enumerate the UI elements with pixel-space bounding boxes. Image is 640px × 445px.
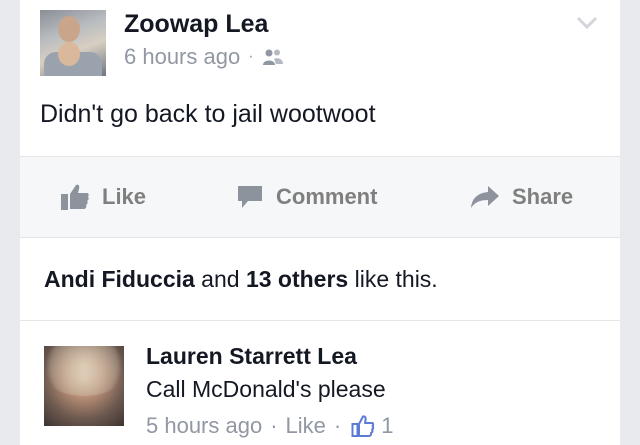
author-avatar[interactable] <box>40 10 106 76</box>
comment-meta: 5 hours ago · Like · 1 <box>146 413 393 439</box>
likes-summary[interactable]: Andi Fiduccia and 13 others like this. <box>44 266 438 293</box>
chevron-down-icon[interactable] <box>576 16 598 30</box>
share-button[interactable]: Share <box>470 157 573 237</box>
action-bar: Like Comment Share <box>20 157 620 237</box>
liker-name[interactable]: Andi Fiduccia <box>44 266 195 292</box>
friends-icon <box>262 49 283 65</box>
likes-and: and <box>194 266 246 292</box>
comment-label: Comment <box>276 184 378 209</box>
comment-like-count[interactable]: 1 <box>381 413 393 439</box>
meta-separator: · <box>248 48 254 65</box>
like-button[interactable]: Like <box>60 157 146 237</box>
post-text: Didn't go back to jail wootwoot <box>40 100 376 128</box>
divider <box>20 320 620 321</box>
thumbs-up-outline-icon <box>351 415 375 437</box>
share-label: Share <box>512 184 574 209</box>
post-timestamp[interactable]: 6 hours ago <box>124 44 240 70</box>
meta-separator: · <box>333 413 342 438</box>
post-card: Zoowap Lea 6 hours ago · Didn't go back … <box>20 0 620 445</box>
likes-suffix: like this. <box>348 266 438 292</box>
comment-like-link[interactable]: Like <box>286 413 326 439</box>
post-author-name[interactable]: Zoowap Lea <box>124 10 268 39</box>
commenter-avatar[interactable] <box>44 346 124 426</box>
likes-others-count[interactable]: 13 others <box>246 266 348 292</box>
like-label: Like <box>102 184 147 209</box>
divider <box>20 237 620 238</box>
comment-icon <box>238 186 262 208</box>
comment-author-name[interactable]: Lauren Starrett Lea <box>146 343 357 370</box>
share-arrow-icon <box>471 186 499 208</box>
comment-timestamp: 5 hours ago <box>146 413 263 438</box>
comment-text: Call McDonald's please <box>146 376 386 402</box>
thumbs-up-icon <box>61 184 89 210</box>
meta-separator: · <box>270 413 278 438</box>
post-meta: 6 hours ago · <box>124 44 284 70</box>
comment-button[interactable]: Comment <box>236 157 377 237</box>
